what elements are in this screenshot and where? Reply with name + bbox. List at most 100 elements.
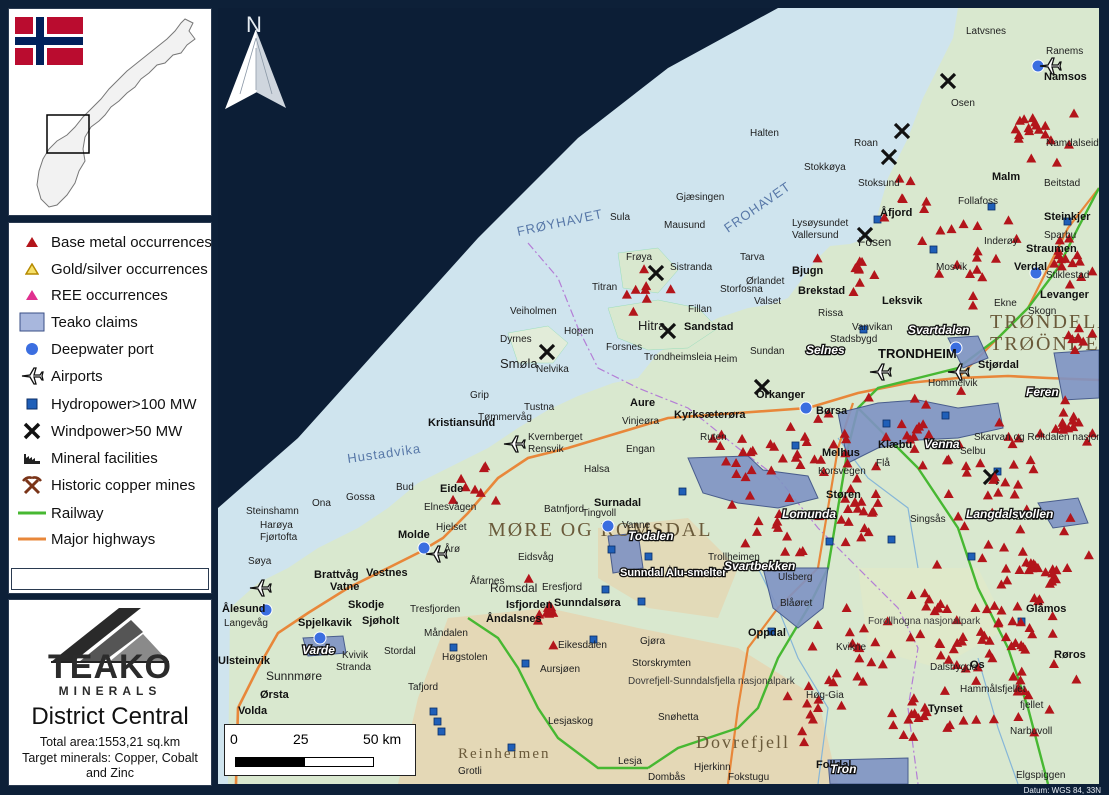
place-volda: Volda	[238, 705, 268, 717]
place-korsvegen: Korsvegen	[818, 466, 866, 477]
place-dovrefjell-np: Dovrefjell-Sunndalsfjella nasjonalpark	[628, 676, 796, 687]
place-aure: Aure	[630, 397, 655, 409]
scale-segment-black	[235, 757, 305, 767]
place-hjerkinn: Hjerkinn	[694, 762, 731, 773]
place-alesund: Ålesund	[222, 602, 265, 615]
place-rissa: Rissa	[818, 308, 843, 319]
place-eikesdalen: Eikesdalen	[558, 640, 607, 651]
legend-empty-box	[11, 568, 209, 590]
place-eide: Eide	[440, 483, 463, 495]
place-ekne: Ekne	[994, 298, 1017, 309]
place-hammalsfjellet: Hammålsfjellet	[960, 683, 1026, 695]
place-sundan: Sundan	[750, 346, 784, 357]
label-sunndal-alu: Sunndal Alu-smelter	[620, 567, 727, 579]
place-storen: Støren	[826, 489, 861, 501]
place-fosen: Fosen	[858, 235, 891, 249]
place-ruten: Ruten	[700, 432, 727, 443]
place-halten: Halten	[750, 128, 779, 139]
legend-label: Base metal occurrences	[51, 233, 212, 251]
place-soya: Søya	[248, 556, 272, 567]
place-steinkjer: Steinkjer	[1044, 211, 1091, 223]
place-afjord: Åfjord	[880, 206, 912, 219]
place-sula: Sula	[610, 212, 630, 223]
place-mausund: Mausund	[664, 220, 705, 231]
place-hopen: Hopen	[564, 326, 593, 337]
place-tynset: Tynset	[928, 703, 963, 715]
legend-label: Gold/silver occurrences	[51, 260, 208, 278]
north-label: N	[246, 12, 262, 37]
place-spjelkavik: Spjelkavik	[298, 617, 353, 629]
place-skodje: Skodje	[348, 599, 384, 611]
place-os: Os	[970, 659, 985, 671]
place-snohetta: Snøhetta	[658, 712, 699, 723]
place-grip: Grip	[470, 390, 489, 401]
place-dombas: Dombås	[648, 771, 685, 783]
legend-item-mineral-facilities: Mineral facilities	[17, 447, 158, 469]
place-ranems: Ranems	[1046, 46, 1083, 57]
place-verdal: Verdal	[1014, 261, 1047, 273]
place-tafjord: Tafjord	[408, 682, 438, 693]
legend-item-deepwater-port: Deepwater port	[17, 338, 154, 360]
claim-square-icon	[19, 312, 45, 332]
place-brattvag: Brattvåg	[314, 569, 359, 581]
place-brekstad: Brekstad	[798, 285, 845, 297]
label-claim-svartbekken: Svartbekken	[724, 559, 795, 573]
place-forollhogna: Forollhogna nasjonalpark	[868, 616, 981, 627]
brand-subtitle: MINERALS	[58, 684, 162, 698]
place-follafoss: Follafoss	[958, 196, 998, 207]
target-minerals-line2: and Zinc	[86, 766, 134, 780]
place-vallersund: Vallersund	[792, 230, 839, 241]
place-gjora: Gjøra	[640, 636, 665, 647]
place-elnesvagen: Elnesvågen	[424, 501, 476, 513]
place-stranda: Stranda	[336, 662, 371, 673]
label-claim-todalen: Todalen	[628, 529, 674, 543]
label-claim-venna: Venna	[924, 437, 960, 451]
main-map[interactable]: FRØYHAVET FROHAVET Hustadvika MØRE OG RO…	[218, 8, 1099, 784]
place-mandalen: Måndalen	[424, 627, 468, 639]
place-sandstad: Sandstad	[684, 321, 734, 333]
place-vestnes: Vestnes	[366, 567, 408, 579]
place-roros: Røros	[1054, 649, 1086, 661]
place-fokstugu: Fokstugu	[728, 772, 769, 783]
legend-label: Airports	[51, 367, 103, 385]
place-borsa: Børsa	[816, 405, 848, 417]
place-rensvik: Rensvik	[528, 444, 565, 455]
label-claim-selnes: Selnes	[806, 343, 845, 357]
place-orsta: Ørsta	[260, 689, 290, 701]
place-sunnmore: Sunnmøre	[266, 669, 322, 683]
label-claim-varde: Varde	[302, 643, 335, 657]
hydro-square-icon	[26, 398, 38, 410]
legend-label: Teako claims	[51, 313, 138, 331]
place-hitra: Hitra	[638, 318, 666, 333]
place-gossa: Gossa	[346, 492, 375, 503]
datum-label: Datum: WGS 84, 33N	[1023, 786, 1101, 795]
overview-inset	[8, 8, 212, 216]
place-trondheim: TRONDHEIM	[878, 346, 957, 361]
legend-item-copper-mines: Historic copper mines	[17, 474, 195, 496]
place-vatne: Vatne	[330, 581, 359, 593]
place-sunndalsora: Sunndalsøra	[554, 597, 622, 609]
legend-item-teako-claims: Teako claims	[17, 311, 138, 333]
place-valset: Valset	[754, 296, 781, 307]
legend-label: Railway	[51, 504, 104, 522]
label-claim-svartdalen: Svartdalen	[908, 323, 969, 337]
place-inderoy: Inderøy	[984, 236, 1018, 247]
place-dovrefjell: Dovrefjell	[696, 732, 790, 752]
legend-item-windpower: Windpower>50 MW	[17, 420, 182, 442]
target-minerals-line1: Target minerals: Copper, Cobalt	[22, 751, 198, 765]
place-storskrymten: Storskrymten	[632, 658, 691, 669]
place-narbuvoll: Narbuvoll	[1010, 726, 1052, 737]
scale-tick-0: 0	[230, 731, 238, 747]
place-fillan: Fillan	[688, 304, 712, 315]
label-claim-tron: Tron	[830, 762, 856, 776]
place-latvsnes: Latvsnes	[966, 26, 1006, 37]
place-kvivik: Kvivik	[342, 650, 369, 661]
place-reinheimen: Reinheimen	[458, 746, 550, 762]
place-fla: Flå	[876, 457, 890, 469]
place-eidsvag: Eidsvåg	[518, 551, 554, 563]
map-canvas[interactable]: FRØYHAVET FROHAVET Hustadvika MØRE OG RO…	[218, 8, 1099, 784]
legend-item-airports: Airports	[17, 365, 103, 387]
place-langevag: Langevåg	[224, 617, 268, 629]
place-smola: Smøla	[500, 356, 538, 371]
place-lysoysundet: Lysøysundet	[792, 218, 849, 229]
